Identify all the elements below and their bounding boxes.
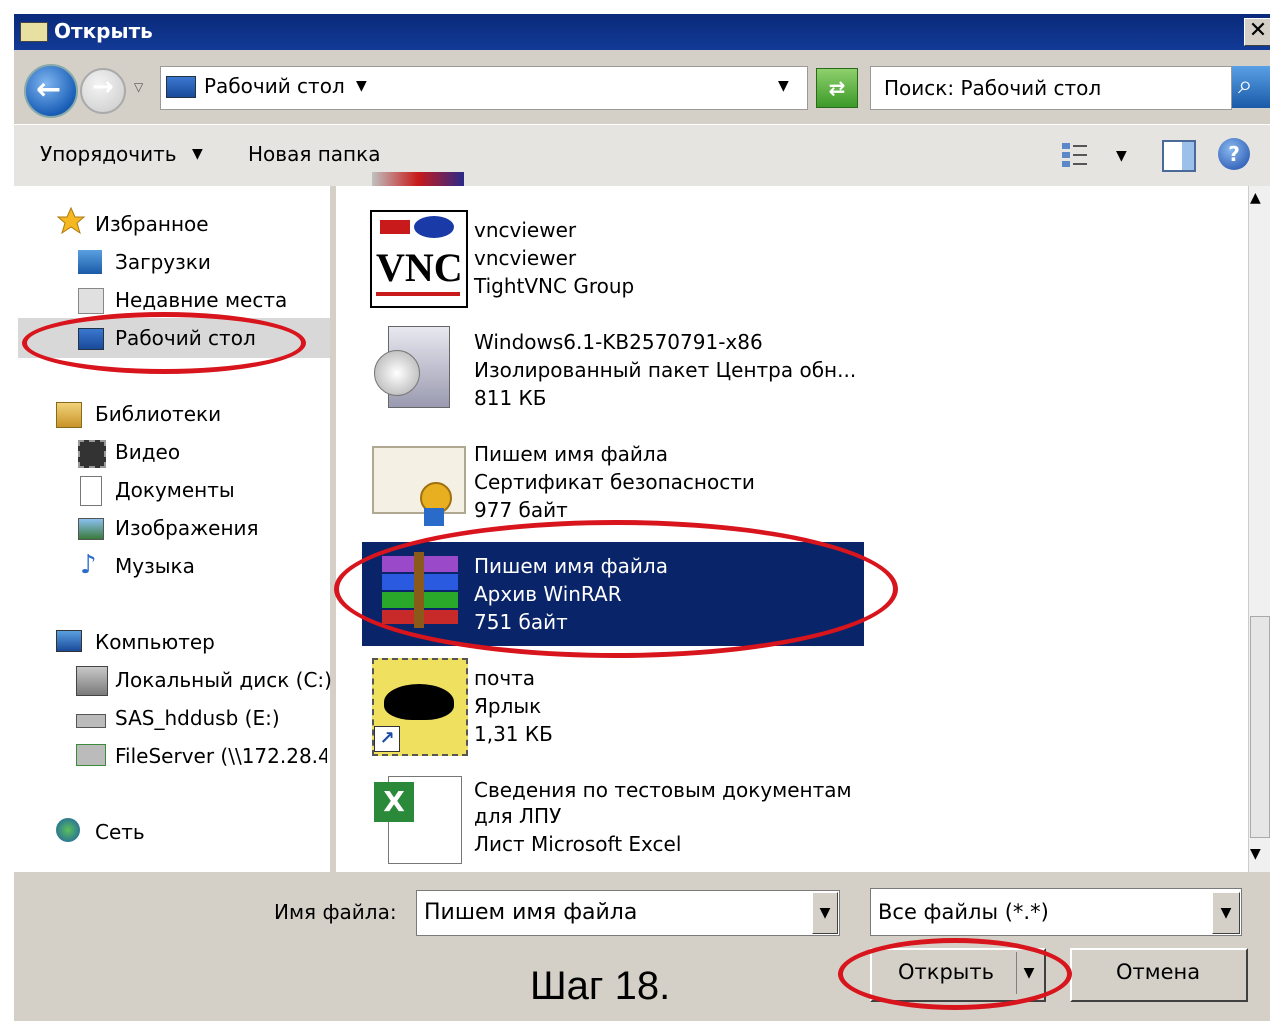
- file-detail: 977 байт: [474, 498, 568, 522]
- title-bar[interactable]: [14, 14, 1270, 50]
- file-detail: 1,31 КБ: [474, 722, 553, 746]
- step-caption: Шаг 18.: [530, 964, 671, 1008]
- scroll-up-icon[interactable]: ▲: [1250, 190, 1261, 206]
- file-type: Лист Microsoft Excel: [474, 832, 682, 856]
- refresh-button[interactable]: ⇄: [816, 68, 858, 108]
- breadcrumb-chevron-icon[interactable]: ▼: [356, 78, 367, 94]
- nav-item-usb-drive[interactable]: SAS_hddusb (E:): [115, 706, 280, 730]
- certificate-icon: [370, 446, 466, 530]
- file-type: Ярлык: [474, 694, 542, 718]
- recent-pages-dropdown-icon[interactable]: ▽: [134, 80, 143, 94]
- nav-item-downloads[interactable]: Загрузки: [115, 250, 211, 274]
- libraries-icon: [56, 402, 82, 428]
- chevron-down-icon[interactable]: ▼: [192, 146, 203, 162]
- nav-item-local-disk[interactable]: Локальный диск (C:): [115, 668, 332, 692]
- thebat-shortcut-icon: ↗: [372, 658, 468, 756]
- file-name-line2: для ЛПУ: [474, 804, 562, 828]
- file-name: vncviewer: [474, 218, 577, 242]
- excel-sheet-icon: X: [374, 774, 464, 864]
- window-title: Открыть: [54, 19, 153, 43]
- highlight-ring-desktop: [22, 312, 306, 374]
- back-button[interactable]: ←: [24, 64, 78, 118]
- search-icon: ⌕: [1238, 70, 1253, 100]
- nav-item-fileserver[interactable]: FileServer (\\172.28.4: [115, 744, 327, 768]
- view-dropdown-icon[interactable]: ▼: [1116, 148, 1127, 164]
- envelope-icon: [20, 22, 48, 42]
- forward-button[interactable]: →: [80, 68, 126, 114]
- file-type: Сертификат безопасности: [474, 470, 755, 494]
- file-name: Пишем имя файла: [474, 442, 668, 466]
- scrollbar-thumb[interactable]: [1250, 616, 1270, 838]
- file-name: Сведения по тестовым документам: [474, 778, 852, 802]
- video-icon: [78, 440, 106, 468]
- partial-file-icon: [372, 172, 464, 186]
- cancel-button-label[interactable]: Отмена: [1116, 960, 1200, 984]
- scroll-down-icon[interactable]: ▼: [1250, 846, 1261, 862]
- nav-item-music[interactable]: Музыка: [115, 554, 195, 578]
- computer-icon: [56, 630, 82, 652]
- nav-computer[interactable]: Компьютер: [95, 630, 215, 654]
- music-icon: ♪: [80, 550, 97, 580]
- file-name: Windows6.1-KB2570791-x86: [474, 330, 763, 354]
- filename-dropdown-icon[interactable]: ▼: [812, 892, 838, 934]
- search-button[interactable]: ⌕: [1232, 66, 1270, 108]
- highlight-ring-selected-file: [334, 520, 898, 658]
- help-button[interactable]: ?: [1218, 138, 1250, 170]
- highlight-ring-open-button: [838, 938, 1072, 1010]
- nav-network[interactable]: Сеть: [95, 820, 145, 844]
- file-detail: 811 КБ: [474, 386, 547, 410]
- nav-item-pictures[interactable]: Изображения: [115, 516, 259, 540]
- new-folder-button[interactable]: Новая папка: [248, 142, 380, 166]
- organize-button[interactable]: Упорядочить: [40, 142, 177, 166]
- desktop-icon: [166, 76, 196, 98]
- view-options-icon[interactable]: [1060, 140, 1090, 170]
- file-type: vncviewer: [474, 246, 577, 270]
- downloads-icon: [78, 250, 102, 274]
- file-name: почта: [474, 666, 536, 690]
- arrow-right-icon: →: [92, 72, 114, 102]
- nav-libraries[interactable]: Библиотеки: [95, 402, 221, 426]
- nav-favorites[interactable]: Избранное: [95, 212, 209, 236]
- preview-pane-icon[interactable]: [1162, 140, 1196, 172]
- network-icon: [56, 818, 80, 842]
- filename-label: Имя файла:: [274, 900, 397, 924]
- nav-item-documents[interactable]: Документы: [115, 478, 235, 502]
- msu-package-icon: [374, 322, 460, 412]
- filename-value[interactable]: Пишем имя файла: [424, 900, 637, 925]
- file-type: Изолированный пакет Центра обн...: [474, 358, 857, 382]
- address-location[interactable]: Рабочий стол: [204, 74, 345, 98]
- network-drive-icon: [76, 744, 106, 766]
- filetype-value[interactable]: Все файлы (*.*): [878, 900, 1049, 924]
- address-history-dropdown-icon[interactable]: ▼: [778, 78, 789, 94]
- pictures-icon: [78, 518, 104, 540]
- arrow-left-icon: ←: [36, 72, 62, 107]
- usb-drive-icon: [76, 714, 106, 728]
- documents-icon: [80, 476, 102, 506]
- nav-item-video[interactable]: Видео: [115, 440, 180, 464]
- vnc-icon: VNC: [370, 210, 468, 308]
- nav-item-recent-places[interactable]: Недавние места: [115, 288, 287, 312]
- search-placeholder: Поиск: Рабочий стол: [884, 76, 1102, 100]
- close-button[interactable]: ✕: [1244, 18, 1270, 46]
- local-disk-icon: [76, 666, 108, 696]
- recent-places-icon: [78, 288, 104, 314]
- star-icon: [56, 206, 86, 235]
- filetype-dropdown-icon[interactable]: ▼: [1212, 892, 1240, 934]
- file-detail: TightVNC Group: [474, 274, 635, 298]
